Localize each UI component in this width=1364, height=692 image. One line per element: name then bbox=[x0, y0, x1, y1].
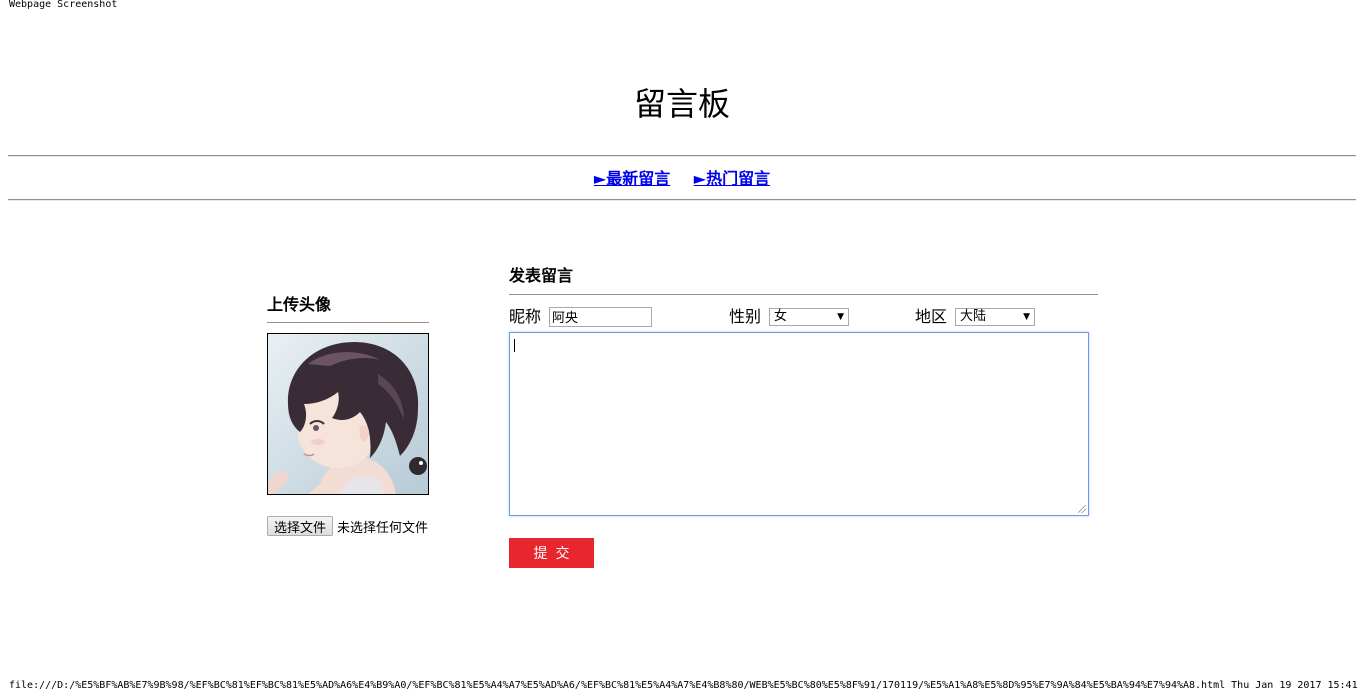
gender-select-value: 女 bbox=[774, 309, 788, 324]
gender-label: 性别 bbox=[729, 307, 762, 326]
choose-file-button[interactable]: 选择文件 bbox=[267, 516, 334, 536]
nickname-label: 昵称 bbox=[509, 307, 542, 326]
file-upload: 选择文件 未选择任何文件 bbox=[267, 516, 428, 536]
message-section-title: 发表留言 bbox=[509, 265, 1098, 295]
file-status-text: 未选择任何文件 bbox=[337, 520, 429, 536]
avatar-image bbox=[267, 333, 429, 495]
nav-bar: ►最新留言 ►热门留言 bbox=[0, 168, 1364, 190]
gender-field-group: 性别 女 ▼ bbox=[729, 306, 850, 328]
region-select[interactable]: 大陆 ▼ bbox=[955, 308, 1036, 326]
print-footer: file:///D:/%E5%BF%AB%E7%9B%98/%EF%BC%81%… bbox=[9, 680, 1359, 691]
avatar-illustration bbox=[268, 334, 428, 494]
message-section: 发表留言 bbox=[509, 265, 1098, 295]
page-title: 留言板 bbox=[633, 85, 730, 123]
avatar-section: 上传头像 bbox=[267, 294, 429, 323]
region-field-group: 地区 大陆 ▼ bbox=[915, 306, 1036, 328]
nickname-field-group: 昵称 阿央 bbox=[509, 306, 653, 328]
text-cursor bbox=[514, 339, 515, 352]
gender-select[interactable]: 女 ▼ bbox=[769, 308, 850, 326]
nav-link-hot[interactable]: ►热门留言 bbox=[694, 169, 770, 188]
resize-grip-icon[interactable] bbox=[1078, 505, 1086, 513]
nav-link-latest[interactable]: ►最新留言 bbox=[594, 169, 670, 188]
chevron-down-icon: ▼ bbox=[837, 312, 845, 322]
region-label: 地区 bbox=[915, 307, 948, 326]
divider-top bbox=[8, 155, 1356, 157]
divider-bottom bbox=[8, 199, 1356, 201]
message-textarea[interactable] bbox=[509, 332, 1089, 516]
chevron-down-icon: ▼ bbox=[1023, 312, 1031, 322]
nickname-input[interactable]: 阿央 bbox=[549, 307, 653, 327]
region-select-value: 大陆 bbox=[960, 309, 987, 324]
submit-button[interactable]: 提交 bbox=[509, 538, 594, 568]
avatar-section-title: 上传头像 bbox=[267, 294, 429, 323]
print-header: Webpage Screenshot bbox=[9, 0, 118, 10]
